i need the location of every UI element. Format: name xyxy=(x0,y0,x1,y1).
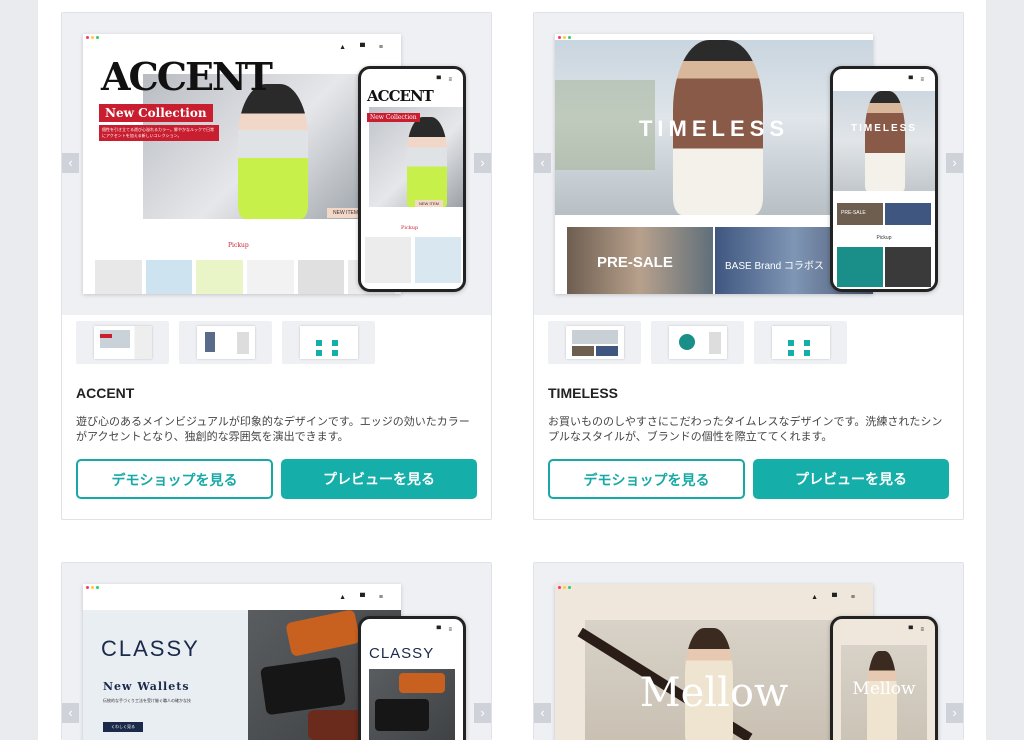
chevron-right-icon: › xyxy=(480,155,485,170)
thumbnail-3[interactable] xyxy=(282,321,375,364)
slider-next-button[interactable]: › xyxy=(946,703,963,723)
slider-prev-button[interactable]: ‹ xyxy=(534,153,551,173)
template-description: お買いもののしやすさにこだわったタイムレスなデザインです。洗練されたシンプルなス… xyxy=(548,416,943,443)
hero-headline: New Wallets xyxy=(103,680,190,693)
template-preview-slider: ▲ ▀ ≡ ACCENT New Collection 個性を引き立てる遊び心溢… xyxy=(62,13,491,315)
preview-button[interactable]: プレビューを見る xyxy=(753,459,949,499)
template-description: 遊び心のあるメインビジュアルが印象的なデザインです。エッジの効いたカラーがアクセ… xyxy=(76,416,470,443)
phone-hero-image xyxy=(833,91,935,191)
chevron-left-icon: ‹ xyxy=(540,155,545,170)
desktop-preview: ▲ ▀ ≡ Mellow xyxy=(555,584,873,740)
template-gallery: ▲ ▀ ≡ ACCENT New Collection 個性を引き立てる遊び心溢… xyxy=(38,0,986,740)
slider-next-button[interactable]: › xyxy=(474,703,491,723)
template-title: ACCENT xyxy=(76,385,135,401)
slider-prev-button[interactable]: ‹ xyxy=(62,153,79,173)
phone-preview: ▀ ≡ CLASSY xyxy=(358,616,466,740)
phone-section-title: Pickup xyxy=(401,225,419,231)
phone-logo: Mellow xyxy=(852,679,916,699)
chevron-right-icon: › xyxy=(952,155,957,170)
hero-text-panel xyxy=(83,610,248,740)
phone-section-title: Pickup xyxy=(876,235,892,241)
demo-shop-button[interactable]: デモショップを見る xyxy=(548,459,745,499)
thumbnail-1[interactable] xyxy=(76,321,169,364)
store-header-icons: ▲ ▀ ≡ xyxy=(339,594,389,601)
phone-hero-image xyxy=(369,669,455,740)
phone-logo: CLASSY xyxy=(369,645,435,662)
chevron-left-icon: ‹ xyxy=(68,705,73,720)
template-card-classy: ▲ ▀ ≡ CLASSY New Wallets 伝統的な手づくり工法を受け継ぐ… xyxy=(61,562,492,740)
thumbnail-1[interactable] xyxy=(548,321,641,364)
slider-next-button[interactable]: › xyxy=(946,153,963,173)
desktop-preview: ▲ ▀ ≡ ACCENT New Collection 個性を引き立てる遊び心溢… xyxy=(83,34,401,294)
thumbnail-2[interactable] xyxy=(179,321,272,364)
tile-label: BASE Brand コラボス xyxy=(725,261,824,272)
slider-prev-button[interactable]: ‹ xyxy=(534,703,551,723)
template-card-timeless: TIMELESS PRE-SALE BASE Brand コラボス ▀ ≡ TI… xyxy=(533,12,964,520)
slider-next-button[interactable]: › xyxy=(474,153,491,173)
hero-logo: TIMELESS xyxy=(638,116,789,141)
template-title: TIMELESS xyxy=(548,385,619,401)
template-preview-slider: ▲ ▀ ≡ CLASSY New Wallets 伝統的な手づくり工法を受け継ぐ… xyxy=(62,563,491,740)
chevron-left-icon: ‹ xyxy=(68,155,73,170)
phone-tile-label: PRE-SALE xyxy=(841,210,866,216)
section-title: Pickup xyxy=(228,242,249,249)
phone-cta: NEW ITEM xyxy=(415,200,443,207)
phone-hero-image xyxy=(369,107,463,207)
template-preview-slider: ▲ ▀ ≡ Mellow ▀ ≡ Mellow ‹ › xyxy=(534,563,963,740)
store-header-icons: ▲ ▀ ≡ xyxy=(339,44,389,51)
thumbnail-3[interactable] xyxy=(754,321,847,364)
store-header-icons: ▲ ▀ ≡ xyxy=(811,594,861,601)
phone-preview: ▀ ≡ ACCENT New Collection NEW ITEM Picku… xyxy=(358,66,466,292)
desktop-preview: ▲ ▀ ≡ CLASSY New Wallets 伝統的な手づくり工法を受け継ぐ… xyxy=(83,584,401,740)
phone-header-icons: ▀ ≡ xyxy=(436,77,455,83)
slider-prev-button[interactable]: ‹ xyxy=(62,703,79,723)
hero-logo: ACCENT xyxy=(101,54,273,99)
hero-subtext: 個性を引き立てる遊び心溢れるカラー。鮮やかなルックで日常にアクセントを加える新し… xyxy=(99,125,219,141)
phone-logo: ACCENT xyxy=(367,87,434,105)
demo-shop-button[interactable]: デモショップを見る xyxy=(76,459,273,499)
chevron-right-icon: › xyxy=(952,705,957,720)
phone-header-icons: ▀ ≡ xyxy=(908,627,927,633)
phone-header-icons: ▀ ≡ xyxy=(436,627,455,633)
hero-subtext: 伝統的な手づくり工法を受け継ぐ職人の確かな技 xyxy=(103,698,191,703)
phone-header-icons: ▀ ≡ xyxy=(908,77,927,83)
template-card-mellow: ▲ ▀ ≡ Mellow ▀ ≡ Mellow ‹ › xyxy=(533,562,964,740)
thumbnail-2[interactable] xyxy=(651,321,744,364)
category-tile-1[interactable]: PRE-SALE xyxy=(567,227,713,294)
template-preview-slider: TIMELESS PRE-SALE BASE Brand コラボス ▀ ≡ TI… xyxy=(534,13,963,315)
chevron-left-icon: ‹ xyxy=(540,705,545,720)
tile-label: PRE-SALE xyxy=(597,254,673,271)
phone-preview: ▀ ≡ Mellow xyxy=(830,616,938,740)
phone-logo: TIMELESS xyxy=(850,123,917,134)
template-card-accent: ▲ ▀ ≡ ACCENT New Collection 個性を引き立てる遊び心溢… xyxy=(61,12,492,520)
preview-button[interactable]: プレビューを見る xyxy=(281,459,477,499)
hero-cta[interactable]: くわしく見る xyxy=(103,722,143,732)
hero-logo: CLASSY xyxy=(101,636,200,661)
phone-banner: New Collection xyxy=(367,113,420,122)
hero-banner: New Collection xyxy=(99,104,213,122)
hero-logo: Mellow xyxy=(639,670,789,716)
phone-preview: ▀ ≡ TIMELESS PRE-SALE Pickup xyxy=(830,66,938,292)
desktop-preview: TIMELESS PRE-SALE BASE Brand コラボス xyxy=(555,34,873,294)
chevron-right-icon: › xyxy=(480,705,485,720)
product-strip xyxy=(95,260,396,294)
